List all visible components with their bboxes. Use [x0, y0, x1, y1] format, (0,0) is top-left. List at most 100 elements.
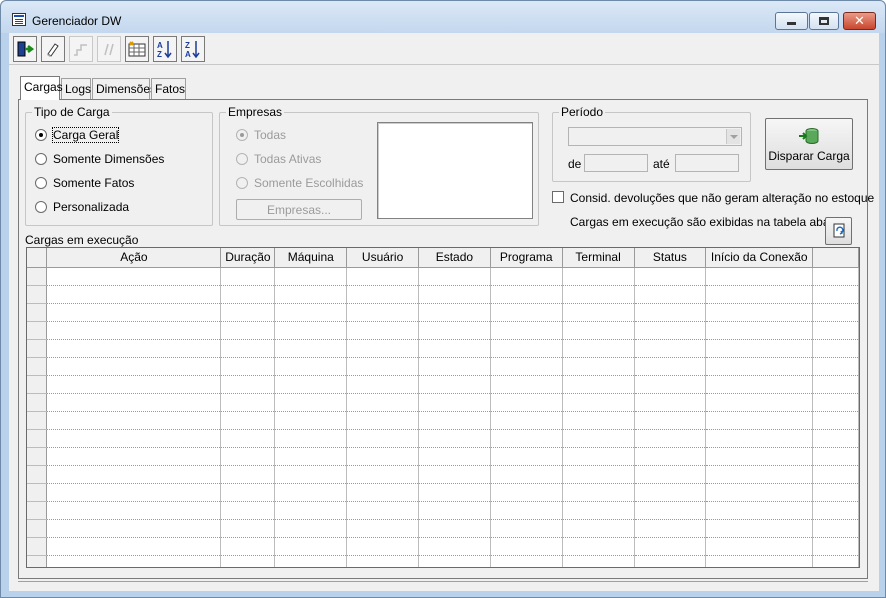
table-cell[interactable] — [346, 303, 420, 322]
table-row[interactable] — [27, 465, 859, 484]
table-cell[interactable] — [634, 537, 707, 556]
title-bar[interactable]: Gerenciador DW ✕ — [1, 1, 885, 33]
disparar-carga-button[interactable]: Disparar Carga — [765, 118, 853, 170]
table-cell[interactable] — [490, 537, 563, 556]
table-cell[interactable] — [274, 537, 348, 556]
table-cell[interactable] — [418, 465, 491, 484]
table-cell[interactable] — [46, 483, 222, 502]
chevron-down-icon[interactable] — [726, 129, 740, 144]
table-cell[interactable] — [220, 375, 276, 394]
row-indicator[interactable] — [27, 501, 48, 520]
table-cell[interactable] — [418, 285, 491, 304]
table-cell[interactable] — [705, 519, 814, 538]
table-cell[interactable] — [812, 303, 859, 322]
table-cell[interactable] — [562, 339, 635, 358]
table-cell[interactable] — [705, 267, 814, 286]
table-cell[interactable] — [812, 555, 859, 567]
table-cell[interactable] — [705, 357, 814, 376]
table-cell[interactable] — [634, 519, 707, 538]
table-cell[interactable] — [418, 411, 491, 430]
tab-fatos[interactable]: Fatos — [151, 78, 186, 99]
table-cell[interactable] — [705, 339, 814, 358]
table-cell[interactable] — [46, 285, 222, 304]
table-cell[interactable] — [634, 465, 707, 484]
table-cell[interactable] — [46, 429, 222, 448]
table-cell[interactable] — [490, 303, 563, 322]
table-row[interactable] — [27, 339, 859, 358]
table-cell[interactable] — [346, 339, 420, 358]
table-cell[interactable] — [634, 501, 707, 520]
table-cell[interactable] — [274, 465, 348, 484]
table-cell[interactable] — [346, 465, 420, 484]
table-row[interactable] — [27, 519, 859, 538]
table-row[interactable] — [27, 267, 859, 286]
radio-carga-geral[interactable]: Carga Geral — [35, 127, 120, 143]
table-cell[interactable] — [418, 303, 491, 322]
table-cell[interactable] — [562, 447, 635, 466]
table-row[interactable] — [27, 303, 859, 322]
consid-devolucoes-checkbox[interactable] — [552, 191, 564, 203]
radio-button[interactable] — [236, 177, 248, 189]
clear-button[interactable] — [41, 36, 65, 62]
table-row[interactable] — [27, 411, 859, 430]
table-cell[interactable] — [812, 429, 859, 448]
table-cell[interactable] — [812, 483, 859, 502]
table-cell[interactable] — [490, 267, 563, 286]
table-cell[interactable] — [705, 447, 814, 466]
table-row[interactable] — [27, 501, 859, 520]
tab-logs[interactable]: Logs — [61, 78, 91, 99]
table-cell[interactable] — [274, 267, 348, 286]
table-row[interactable] — [27, 537, 859, 556]
table-cell[interactable] — [46, 447, 222, 466]
table-cell[interactable] — [634, 285, 707, 304]
table-cell[interactable] — [562, 321, 635, 340]
row-indicator[interactable] — [27, 303, 48, 322]
date-from-field[interactable] — [584, 154, 648, 172]
table-cell[interactable] — [46, 411, 222, 430]
table-cell[interactable] — [562, 483, 635, 502]
table-cell[interactable] — [490, 447, 563, 466]
table-cell[interactable] — [418, 375, 491, 394]
table-cell[interactable] — [346, 429, 420, 448]
radio-somente-fatos[interactable]: Somente Fatos — [35, 176, 134, 190]
minimize-button[interactable] — [775, 12, 808, 30]
column-header[interactable]: Duração — [220, 248, 276, 268]
table-cell[interactable] — [46, 303, 222, 322]
refresh-button[interactable] — [825, 217, 852, 245]
table-cell[interactable] — [418, 501, 491, 520]
table-cell[interactable] — [274, 357, 348, 376]
table-cell[interactable] — [418, 357, 491, 376]
table-cell[interactable] — [634, 267, 707, 286]
table-row[interactable] — [27, 555, 859, 567]
column-header[interactable]: Máquina — [274, 248, 348, 268]
table-cell[interactable] — [346, 267, 420, 286]
table-cell[interactable] — [490, 555, 563, 567]
table-row[interactable] — [27, 285, 859, 304]
table-cell[interactable] — [562, 537, 635, 556]
table-cell[interactable] — [490, 519, 563, 538]
table-cell[interactable] — [490, 411, 563, 430]
row-indicator[interactable] — [27, 321, 48, 340]
table-cell[interactable] — [490, 375, 563, 394]
table-cell[interactable] — [634, 411, 707, 430]
table-cell[interactable] — [346, 501, 420, 520]
table-cell[interactable] — [274, 285, 348, 304]
table-cell[interactable] — [346, 555, 420, 567]
table-cell[interactable] — [220, 267, 276, 286]
sort-descending-button[interactable]: Z A — [181, 36, 205, 62]
table-cell[interactable] — [562, 501, 635, 520]
table-cell[interactable] — [46, 555, 222, 567]
table-cell[interactable] — [634, 483, 707, 502]
row-indicator[interactable] — [27, 465, 48, 484]
table-cell[interactable] — [418, 483, 491, 502]
table-cell[interactable] — [346, 537, 420, 556]
table-cell[interactable] — [634, 339, 707, 358]
table-cell[interactable] — [812, 339, 859, 358]
table-cell[interactable] — [46, 465, 222, 484]
table-cell[interactable] — [274, 411, 348, 430]
step-button[interactable] — [69, 36, 93, 62]
table-cell[interactable] — [705, 537, 814, 556]
table-cell[interactable] — [274, 339, 348, 358]
table-cell[interactable] — [634, 303, 707, 322]
loop-button[interactable] — [97, 36, 121, 62]
